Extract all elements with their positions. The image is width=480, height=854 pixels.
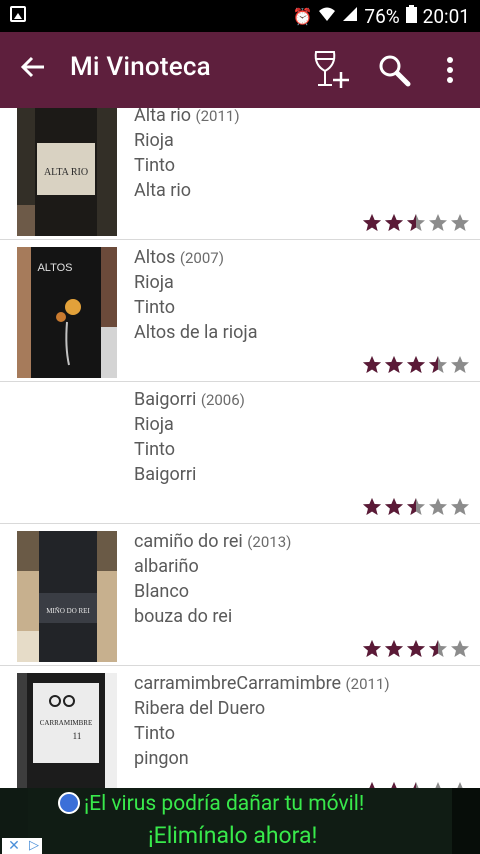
svg-text:CARRAMIMBRE: CARRAMIMBRE: [40, 719, 93, 727]
ad-logo-icon: [58, 792, 80, 814]
wine-name: Alta rio: [134, 108, 192, 126]
star-filled-icon: [363, 640, 381, 657]
star-filled-icon: [385, 640, 403, 657]
star-empty-icon: [451, 356, 469, 373]
star-filled-icon: [407, 356, 425, 373]
wine-region: albariño: [134, 556, 199, 577]
gallery-notification-icon: [10, 6, 26, 22]
star-empty-icon: [451, 498, 469, 515]
wine-row[interactable]: Baigorri (2006) Rioja Tinto Baigorri: [0, 382, 480, 524]
rating-stars: [360, 355, 470, 375]
rating-stars: [360, 639, 470, 659]
wine-year: (2013): [247, 533, 292, 551]
wine-region: Rioja: [134, 414, 174, 435]
wine-bottle-photo: ALTOS: [17, 247, 117, 378]
wine-producer: Baigorri: [134, 464, 197, 485]
wine-bottle-photo: MIÑO DO REI: [17, 531, 117, 662]
star-half-icon: [407, 214, 425, 231]
ad-content[interactable]: ¡El virus podría dañar tu móvil! ¡Elimín…: [28, 788, 452, 854]
wine-glass-add-icon[interactable]: [308, 48, 352, 92]
page-title: Mi Vinoteca: [70, 52, 211, 82]
wine-list[interactable]: ALTA RIO Alta rio (2011) Rioja Tinto Alt…: [0, 108, 480, 788]
wine-bottle-photo: ALTA RIO: [17, 108, 117, 236]
svg-text:MIÑO DO REI: MIÑO DO REI: [46, 607, 90, 615]
app-bar: Mi Vinoteca: [0, 32, 480, 108]
ad-close-icon[interactable]: ✕: [2, 838, 26, 854]
wine-row[interactable]: MIÑO DO REI camiño do rei (2013) albariñ…: [0, 524, 480, 666]
ad-banner[interactable]: ¡El virus podría dañar tu móvil! ¡Elimín…: [0, 788, 480, 854]
star-empty-icon: [457, 782, 463, 788]
star-half-icon: [413, 782, 419, 788]
svg-text:11: 11: [73, 731, 82, 741]
star-empty-icon: [435, 782, 441, 788]
wine-type: Blanco: [134, 581, 190, 602]
wine-row[interactable]: ALTOS Altos (2007) Rioja Tinto Altos de …: [0, 240, 480, 382]
star-filled-icon: [385, 214, 403, 231]
status-bar: ⏰ 76% 20:01: [0, 0, 480, 32]
rating-stars: [360, 781, 470, 788]
star-filled-icon: [407, 640, 425, 657]
star-filled-icon: [391, 782, 397, 788]
wine-info: Altos (2007) Rioja Tinto Altos de la rio…: [134, 245, 470, 345]
star-filled-icon: [385, 498, 403, 515]
ad-headline: ¡El virus podría dañar tu móvil!: [84, 792, 365, 816]
wine-year: (2011): [195, 108, 240, 125]
wine-type: Tinto: [134, 723, 176, 744]
wine-name: Altos: [134, 247, 176, 268]
wine-producer: pingon: [134, 748, 189, 769]
wine-type: Tinto: [134, 439, 176, 460]
star-half-icon: [429, 640, 447, 657]
wine-info: camiño do rei (2013) albariño Blanco bou…: [134, 529, 470, 629]
wine-year: (2011): [345, 675, 390, 693]
wine-bottle-photo: CARRAMIMBRE 11: [17, 673, 117, 788]
ad-choices-icon[interactable]: ▷: [26, 838, 42, 854]
star-filled-icon: [385, 356, 403, 373]
ad-subline: ¡Elimínalo ahora!: [148, 822, 318, 849]
rating-stars: [360, 497, 470, 517]
star-filled-icon: [363, 356, 381, 373]
wine-region: Rioja: [134, 130, 174, 151]
wine-producer: bouza do rei: [134, 606, 233, 627]
wine-row[interactable]: ALTA RIO Alta rio (2011) Rioja Tinto Alt…: [0, 108, 480, 240]
wine-producer: Altos de la rioja: [134, 322, 258, 343]
wine-name: camiño do rei: [134, 531, 243, 552]
svg-text:ALTA RIO: ALTA RIO: [44, 167, 88, 178]
battery-icon: [405, 5, 417, 27]
wine-producer: Alta rio: [134, 180, 192, 201]
star-filled-icon: [363, 498, 381, 515]
star-filled-icon: [363, 214, 381, 231]
wine-row[interactable]: CARRAMIMBRE 11 carramimbreCarramimbre (2…: [0, 666, 480, 788]
alarm-icon: ⏰: [292, 6, 313, 26]
rating-stars: [360, 213, 470, 233]
signal-icon: [342, 6, 358, 26]
wine-info: Baigorri (2006) Rioja Tinto Baigorri: [134, 387, 470, 487]
star-half-icon: [429, 356, 447, 373]
wine-name: Baigorri: [134, 389, 197, 410]
wine-info: Alta rio (2011) Rioja Tinto Alta rio: [134, 108, 470, 203]
star-empty-icon: [429, 498, 447, 515]
wine-name: carramimbreCarramimbre: [134, 673, 342, 694]
star-filled-icon: [369, 782, 375, 788]
wifi-icon: [318, 6, 336, 26]
wine-region: Rioja: [134, 272, 174, 293]
battery-percent: 76%: [364, 4, 400, 28]
wine-info: carramimbreCarramimbre (2011) Ribera del…: [134, 671, 470, 771]
wine-type: Tinto: [134, 155, 176, 176]
star-empty-icon: [451, 640, 469, 657]
wine-year: (2007): [179, 249, 224, 267]
svg-text:ALTOS: ALTOS: [37, 262, 72, 274]
status-icons: ⏰ 76% 20:01: [292, 0, 470, 32]
clock: 20:01: [422, 4, 470, 28]
wine-region: Ribera del Duero: [134, 698, 266, 719]
star-empty-icon: [451, 214, 469, 231]
more-vert-icon[interactable]: [428, 48, 472, 92]
star-empty-icon: [429, 214, 447, 231]
wine-type: Tinto: [134, 297, 176, 318]
wine-year: (2006): [200, 391, 245, 409]
search-icon[interactable]: [372, 48, 416, 92]
ad-edge: [452, 788, 480, 854]
back-arrow-icon[interactable]: [18, 54, 48, 84]
star-half-icon: [407, 498, 425, 515]
